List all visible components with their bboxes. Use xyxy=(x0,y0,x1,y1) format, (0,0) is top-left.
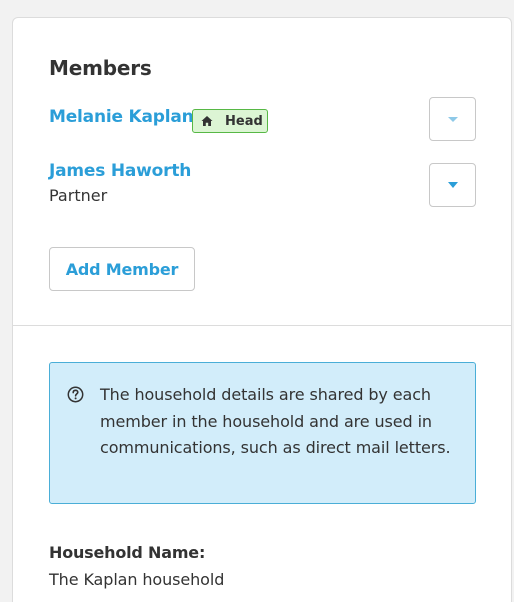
question-circle-icon xyxy=(67,386,84,403)
home-icon xyxy=(201,116,213,126)
caret-down-icon xyxy=(447,116,458,122)
members-title: Members xyxy=(49,56,152,80)
section-divider xyxy=(13,325,511,326)
member-role: Partner xyxy=(49,186,108,205)
members-card: Members Melanie Kaplan Head James Hawort… xyxy=(12,17,512,602)
member-name-link[interactable]: Melanie Kaplan xyxy=(49,107,194,127)
info-text: The household details are shared by each… xyxy=(100,385,451,457)
add-member-button[interactable]: Add Member xyxy=(49,247,195,291)
info-alert: The household details are shared by each… xyxy=(49,362,476,504)
member-name-link[interactable]: James Haworth xyxy=(49,161,191,181)
member-actions-dropdown[interactable] xyxy=(429,97,476,141)
badge-label: Head xyxy=(225,113,263,129)
member-actions-dropdown[interactable] xyxy=(429,163,476,207)
head-badge: Head xyxy=(192,109,268,133)
household-name-label: Household Name: xyxy=(49,543,206,562)
member-item: James Haworth Partner xyxy=(49,161,191,205)
household-name-value: The Kaplan household xyxy=(49,570,225,589)
member-item: Melanie Kaplan xyxy=(49,107,194,127)
caret-down-icon xyxy=(447,182,458,188)
